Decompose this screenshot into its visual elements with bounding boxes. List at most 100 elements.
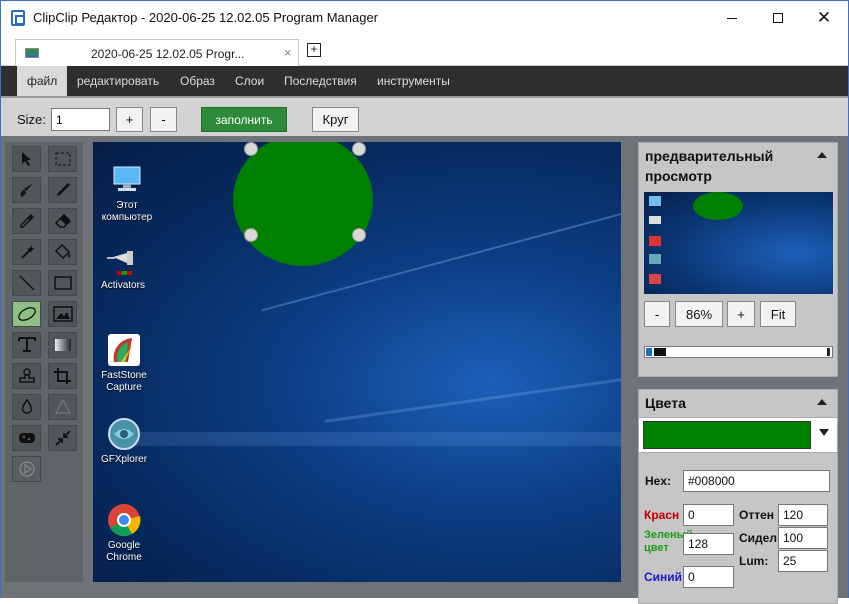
blur-tool[interactable]: [12, 394, 41, 420]
fit-button[interactable]: Fit: [760, 301, 796, 327]
sponge-tool[interactable]: [12, 425, 41, 451]
blur-drop-icon: [21, 398, 32, 414]
minimize-icon: [727, 17, 737, 19]
preview-panel: предварительный просмотр - 86% + Fit: [638, 142, 838, 377]
paintbrush-icon: [20, 183, 33, 197]
desktop-icon-faststone: FastStone Capture: [93, 332, 156, 394]
preview-desktop-icon: [649, 274, 661, 284]
red-label: Красн: [644, 508, 680, 522]
collapse-arrow-icon[interactable]: [817, 399, 827, 405]
fill-bucket-tool[interactable]: [48, 239, 77, 265]
tab-title: 2020-06-25 12.02.05 Progr...: [91, 47, 245, 61]
app-window: ClipClip Редактор - 2020-06-25 12.02.05 …: [0, 0, 849, 604]
crop-icon: [53, 368, 71, 384]
ellipse-tool[interactable]: [12, 301, 41, 327]
close-icon: ✕: [816, 8, 832, 27]
image-canvas[interactable]: Этот компьютер Activators FastStone Capt…: [93, 142, 621, 582]
line-icon: [18, 275, 35, 291]
drawn-green-circle[interactable]: [233, 142, 373, 266]
eyedropper-icon: [19, 214, 34, 228]
toolbox: [5, 142, 83, 582]
document-tab[interactable]: 2020-06-25 12.02.05 Progr... ×: [15, 39, 299, 67]
shrink-tool[interactable]: [48, 425, 77, 451]
menu-image[interactable]: Образ: [170, 66, 225, 96]
sharpen-tool[interactable]: [48, 394, 77, 420]
eraser-tool[interactable]: [48, 208, 77, 234]
preview-thumbnail[interactable]: [644, 192, 833, 294]
size-increase-button[interactable]: +: [116, 107, 143, 132]
current-color-swatch[interactable]: [643, 421, 811, 449]
menu-tools[interactable]: инструменты: [367, 66, 460, 96]
size-decrease-button[interactable]: -: [150, 107, 177, 132]
red-input[interactable]: [683, 504, 734, 526]
tab-close-icon[interactable]: ×: [284, 45, 292, 60]
sponge-icon: [18, 433, 35, 443]
colors-panel-header[interactable]: Цвета: [639, 390, 837, 416]
saturation-label: Сидел: [739, 531, 777, 545]
marquee-select-icon: [55, 152, 70, 166]
zoom-in-button[interactable]: +: [727, 301, 755, 327]
hex-label: Hex:: [645, 474, 672, 488]
preview-desktop-icon: [649, 254, 661, 264]
shrink-icon: [54, 430, 71, 446]
blue-input[interactable]: [683, 566, 734, 588]
color-dropdown-arrow-icon[interactable]: [819, 429, 829, 436]
brush-tool[interactable]: [12, 177, 41, 203]
color-picker-row[interactable]: [639, 417, 837, 453]
workspace: Этот компьютер Activators FastStone Capt…: [1, 136, 848, 604]
resize-handle-top-right[interactable]: [352, 142, 366, 156]
close-window-button[interactable]: ✕: [801, 1, 847, 35]
preview-green-circle: [693, 192, 743, 220]
preview-desktop-icon: [649, 236, 661, 246]
maximize-button[interactable]: [755, 1, 801, 35]
preview-panel-header[interactable]: предварительный просмотр: [639, 143, 837, 189]
menu-edit[interactable]: редактировать: [67, 66, 169, 96]
scrollbar-thumb[interactable]: [654, 348, 666, 356]
ellipse-icon: [17, 307, 36, 321]
magic-wand-icon: [20, 245, 35, 259]
select-tool[interactable]: [12, 146, 41, 172]
colors-title: Цвета: [645, 395, 686, 411]
new-tab-button[interactable]: +: [307, 43, 321, 57]
magic-wand-tool[interactable]: [12, 239, 41, 265]
pencil-tool[interactable]: [48, 177, 77, 203]
sharpen-triangle-icon: [54, 398, 71, 414]
resize-handle-bottom-right[interactable]: [352, 228, 366, 242]
menu-layers[interactable]: Слои: [225, 66, 274, 96]
desktop-icon-gfxplorer: GFXplorer: [93, 416, 156, 466]
collapse-arrow-icon[interactable]: [817, 152, 827, 158]
rectangle-icon: [53, 276, 72, 290]
menu-effects[interactable]: Последствия: [274, 66, 367, 96]
colors-panel: Цвета Hex: Красн Зеленый цвет Синий Отте…: [638, 389, 838, 604]
menu-file[interactable]: файл: [17, 66, 68, 96]
saturation-input[interactable]: [778, 527, 828, 549]
marquee-tool[interactable]: [48, 146, 77, 172]
eraser-icon: [54, 213, 71, 228]
zoom-level: 86%: [675, 301, 723, 327]
hue-input[interactable]: [778, 504, 828, 526]
crop-tool[interactable]: [48, 363, 77, 389]
fill-button[interactable]: заполнить: [201, 107, 287, 132]
stamp-tool[interactable]: [12, 363, 41, 389]
resize-handle-bottom-left[interactable]: [244, 228, 258, 242]
green-input[interactable]: [683, 533, 734, 555]
size-input[interactable]: [51, 108, 110, 131]
zoom-out-button[interactable]: -: [644, 301, 670, 327]
eyedropper-tool[interactable]: [12, 208, 41, 234]
text-tool[interactable]: [12, 332, 41, 358]
shape-circle-button[interactable]: Круг: [312, 107, 359, 132]
luminance-input[interactable]: [778, 550, 828, 572]
tab-strip: 2020-06-25 12.02.05 Progr... × +: [1, 35, 848, 67]
gradient-tool[interactable]: [48, 332, 77, 358]
hex-input[interactable]: [683, 470, 830, 492]
window-title: ClipClip Редактор - 2020-06-25 12.02.05 …: [33, 10, 379, 25]
zoom-scrollbar[interactable]: [644, 346, 833, 358]
pencil-icon: [56, 183, 70, 196]
play-tool[interactable]: [12, 456, 41, 482]
rectangle-tool[interactable]: [48, 270, 77, 296]
minimize-button[interactable]: [709, 1, 755, 35]
image-tool[interactable]: [48, 301, 77, 327]
resize-handle-top-left[interactable]: [244, 142, 258, 156]
line-tool[interactable]: [12, 270, 41, 296]
wallpaper-light-beam: [324, 364, 621, 423]
